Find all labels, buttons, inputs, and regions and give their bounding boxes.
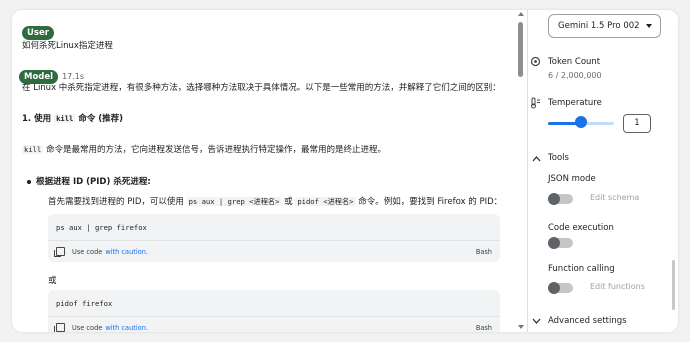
toggle-knob [548,237,560,249]
copy-icon[interactable] [54,323,65,332]
caution-link[interactable]: with caution. [105,248,148,256]
user-turn: User [22,20,54,40]
kill-desc-text: 命令是最常用的方法，它向进程发送信号，告诉进程执行特定操作，最常用的是终止进程。 [43,145,387,155]
edit-functions-button[interactable]: Edit functions [590,282,645,291]
scroll-up-arrow[interactable] [518,12,524,16]
token-count-value: 6 / 2,000,000 [548,71,602,80]
code-pidof: pidof firefox [56,299,113,308]
token-count-label: Token Count [548,57,601,67]
chat-panel: User 如何杀死Linux指定进程 Model 17.1s 在 Linux 中杀… [12,10,517,332]
chat-scrollbar[interactable] [517,10,525,332]
code-language: Bash [475,247,492,256]
code-execution-toggle[interactable] [548,237,573,249]
heading-prefix: 1. 使用 [22,114,55,124]
user-role-badge: User [22,26,54,40]
code-block-pidof: pidof firefox Use code with caution. Bas… [48,290,500,332]
or-text: 或 [48,276,57,286]
model-turn-header: Model 17.1s [19,64,84,84]
scroll-thumb[interactable] [518,22,523,77]
code-footer: Use code with caution. Bash [48,240,500,262]
chevron-up-icon[interactable] [532,155,541,162]
step-mid: 或 [281,197,296,207]
token-icon [530,56,541,67]
kill-inline-code: kill [22,145,44,154]
tools-label[interactable]: Tools [548,153,569,163]
thermometer-icon [531,97,540,109]
main-card: User 如何杀死Linux指定进程 Model 17.1s 在 Linux 中杀… [12,10,678,332]
find-pid-step: 首先需要找到进程的 PID，可以使用 ps aux | grep <进程名> 或… [48,196,502,208]
model-intro: 在 Linux 中杀死指定进程，有很多种方法，选择哪种方法取决于具体情况。以下是… [22,83,501,93]
chevron-down-icon [646,24,652,28]
temperature-slider-handle[interactable] [575,116,587,128]
run-settings-panel: Gemini 1.5 Pro 002 Token Count 6 / 2,000… [528,10,678,332]
heading-suffix: 命令 (推荐) [75,114,124,124]
toggle-knob [548,282,560,294]
toggle-knob [548,193,560,205]
user-message: 如何杀死Linux指定进程 [22,41,113,51]
function-calling-label: Function calling [548,264,615,274]
step-code-pidof: pidof <进程名> [295,197,356,206]
settings-scrollbar[interactable] [672,260,675,310]
heading-code: kill [54,114,76,123]
code-footer: Use code with caution. Bash [48,316,500,332]
response-time: 17.1s [62,72,85,81]
bullet-by-pid: 根据进程 ID (PID) 杀死进程: [22,176,151,188]
function-calling-toggle[interactable] [548,282,573,294]
json-mode-label: JSON mode [548,174,596,184]
bullet-title: 根据进程 ID (PID) 杀死进程: [36,177,151,187]
step-prefix: 首先需要找到进程的 PID，可以使用 [48,197,187,207]
code-block-ps: ps aux | grep firefox Use code with caut… [48,214,500,262]
code-execution-label: Code execution [548,223,614,233]
advanced-settings-label[interactable]: Advanced settings [548,316,627,326]
chevron-down-icon[interactable] [532,318,541,325]
model-select-value: Gemini 1.5 Pro 002 [558,21,640,31]
use-code-label: Use code [72,247,103,256]
temperature-label: Temperature [548,98,602,108]
copy-icon[interactable] [54,247,65,257]
code-language: Bash [475,323,492,332]
step-code-ps: ps aux | grep <进程名> [186,197,282,206]
heading-kill: 1. 使用 kill 命令 (推荐) [22,113,123,125]
step-suffix: 命令。例如，要找到 Firefox 的 PID： [355,197,503,207]
kill-description: kill 命令是最常用的方法，它向进程发送信号，告诉进程执行特定操作，最常用的是… [22,144,386,156]
temperature-input[interactable]: 1 [623,114,651,133]
scroll-down-arrow[interactable] [518,325,524,329]
model-select[interactable]: Gemini 1.5 Pro 002 [548,14,661,38]
edit-schema-button[interactable]: Edit schema [590,193,639,202]
caution-link[interactable]: with caution. [105,324,148,332]
code-ps: ps aux | grep firefox [56,223,147,232]
json-mode-toggle[interactable] [548,193,573,205]
use-code-label: Use code [72,323,103,332]
